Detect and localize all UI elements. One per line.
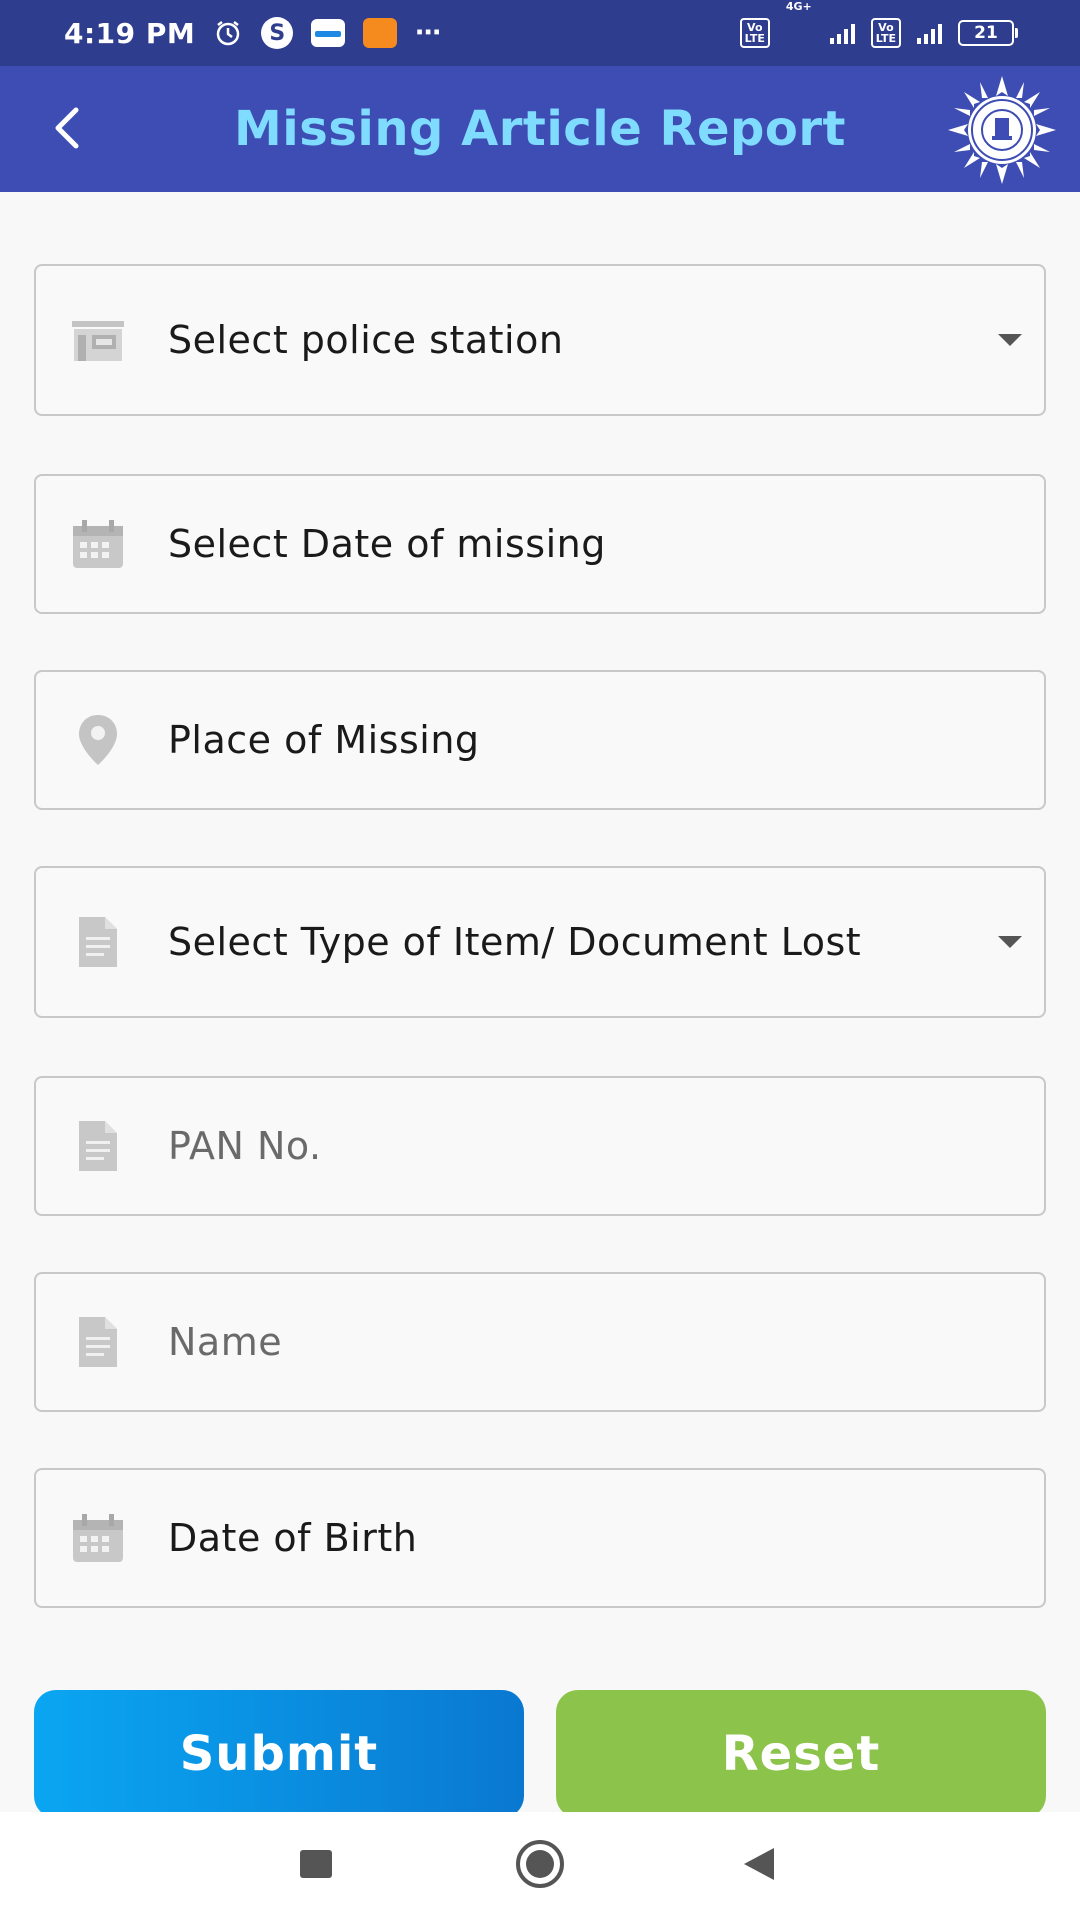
back-triangle-icon[interactable] xyxy=(744,1848,774,1880)
more-notifications-icon: ⋯ xyxy=(415,18,445,48)
date-of-birth-field[interactable]: Date of Birth xyxy=(34,1468,1046,1608)
app-notification-icon xyxy=(311,19,346,47)
status-right: Vo LTE 4G+ Vo LTE 21 xyxy=(739,0,1018,66)
status-bar: 4:19 PM S ⋯ Vo LTE 4G+ Vo LTE 21 xyxy=(0,0,1080,66)
volte-icon: Vo LTE xyxy=(739,18,770,48)
alarm-icon xyxy=(213,18,243,48)
battery-icon: 21 xyxy=(958,20,1018,46)
pan-no-field[interactable]: PAN No. xyxy=(34,1076,1046,1216)
page-title: Missing Article Report xyxy=(234,101,846,157)
reset-button[interactable]: Reset xyxy=(556,1690,1046,1818)
date-of-missing-field[interactable]: Select Date of missing xyxy=(34,474,1046,614)
date-of-missing-label: Select Date of missing xyxy=(168,522,606,566)
pan-no-input[interactable]: PAN No. xyxy=(168,1124,322,1168)
status-left: 4:19 PM S ⋯ xyxy=(64,0,444,66)
date-of-birth-label: Date of Birth xyxy=(168,1516,418,1560)
building-icon xyxy=(70,312,126,368)
item-type-select[interactable]: Select Type of Item/ Document Lost xyxy=(34,866,1046,1018)
police-emblem-logo xyxy=(946,74,1058,186)
submit-button[interactable]: Submit xyxy=(34,1690,524,1818)
home-circle-icon[interactable] xyxy=(516,1840,564,1888)
system-nav-bar xyxy=(0,1812,1080,1920)
name-input[interactable]: Name xyxy=(168,1320,282,1364)
back-button[interactable] xyxy=(36,96,100,160)
status-time: 4:19 PM xyxy=(64,16,196,50)
place-of-missing-label: Place of Missing xyxy=(168,718,480,762)
name-field[interactable]: Name xyxy=(34,1272,1046,1412)
signal-icon xyxy=(917,22,942,44)
app-bar: Missing Article Report xyxy=(0,66,1080,192)
document-icon xyxy=(70,914,126,970)
calendar-icon xyxy=(70,1510,126,1566)
dropdown-arrow-icon xyxy=(998,334,1022,346)
document-icon xyxy=(70,1314,126,1370)
location-pin-icon xyxy=(70,712,126,768)
police-station-select[interactable]: Select police station xyxy=(34,264,1046,416)
app-notification-icon xyxy=(363,18,398,48)
network-type: 4G+ xyxy=(785,0,812,13)
chevron-left-icon xyxy=(55,107,79,149)
place-of-missing-field[interactable]: Place of Missing xyxy=(34,670,1046,810)
police-station-label: Select police station xyxy=(168,318,564,362)
document-icon xyxy=(70,1118,126,1174)
signal-icon xyxy=(829,22,855,44)
dropdown-arrow-icon xyxy=(998,936,1022,948)
item-type-label: Select Type of Item/ Document Lost xyxy=(168,920,862,964)
volte-icon: Vo LTE xyxy=(870,18,901,48)
recents-square-icon[interactable] xyxy=(300,1850,332,1878)
skype-icon: S xyxy=(261,17,294,49)
calendar-icon xyxy=(70,516,126,572)
